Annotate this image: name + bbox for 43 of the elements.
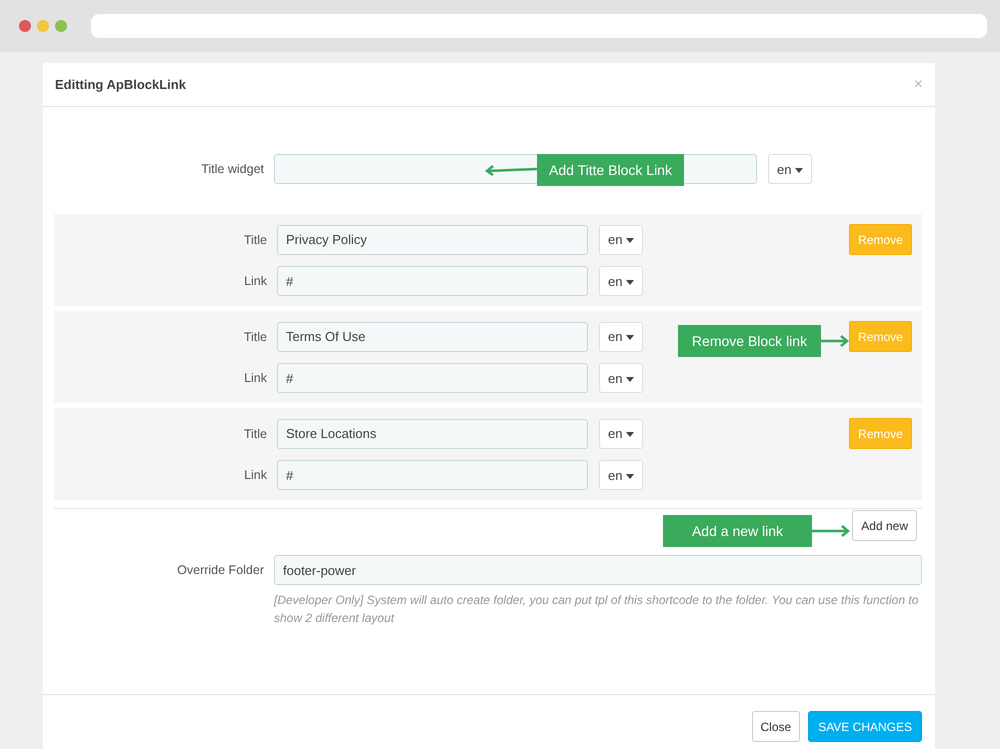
language-dropdown[interactable]: en	[599, 460, 644, 490]
annotation-tooltip: Add Titte Block Link	[537, 154, 684, 186]
caret-icon	[626, 432, 634, 438]
modal-title: Editting ApBlockLink	[55, 77, 186, 92]
caret-icon	[626, 474, 634, 479]
annotation-tooltip: Remove Block link	[678, 325, 821, 357]
field-label: Link	[243, 371, 267, 385]
language-dropdown[interactable]: en	[599, 418, 644, 448]
caret-icon	[626, 376, 634, 382]
arrow-icon	[485, 164, 537, 176]
help-text: [Developer Only] System will auto create folder, you can put tpl of this shortcode to the folder. You can use this function to show 2 different layout	[274, 592, 920, 627]
arrow-icon	[812, 525, 850, 537]
language-dropdown[interactable]: en	[599, 322, 644, 352]
caret-icon	[626, 238, 634, 244]
override-folder-input[interactable]: footer-power	[274, 555, 922, 585]
title-input[interactable]: Terms Of Use	[277, 322, 588, 352]
title-input[interactable]: Privacy Policy	[277, 224, 588, 254]
field-label: Title	[242, 426, 267, 440]
link-input[interactable]: #	[277, 266, 588, 296]
language-dropdown[interactable]: en	[599, 363, 644, 393]
field-label: Title widget	[200, 162, 264, 176]
maximize-dot-icon[interactable]	[55, 20, 67, 32]
field-label: Override Folder	[176, 562, 264, 579]
language-dropdown[interactable]: en	[599, 266, 644, 296]
language-dropdown[interactable]: en	[768, 154, 812, 184]
caret-icon	[626, 280, 634, 285]
language-dropdown[interactable]: en	[599, 224, 644, 254]
caret-icon	[795, 168, 804, 173]
link-input[interactable]: #	[277, 460, 588, 490]
caret-icon	[626, 335, 634, 340]
annotation-tooltip: Add a new link	[663, 515, 812, 547]
field-label: Link	[243, 468, 267, 482]
address-bar[interactable]	[91, 14, 987, 38]
close-button[interactable]: Close	[752, 711, 800, 742]
title-input[interactable]: Store Locations	[277, 418, 588, 448]
arrow-icon	[821, 335, 849, 347]
link-input[interactable]: #	[277, 363, 588, 393]
field-label: Title	[242, 330, 267, 344]
field-label: Link	[243, 274, 267, 288]
field-label: Title	[242, 232, 267, 246]
add-new-button[interactable]: Add new	[852, 510, 917, 541]
minimize-dot-icon[interactable]	[37, 20, 49, 32]
close-dot-icon[interactable]	[19, 20, 31, 32]
